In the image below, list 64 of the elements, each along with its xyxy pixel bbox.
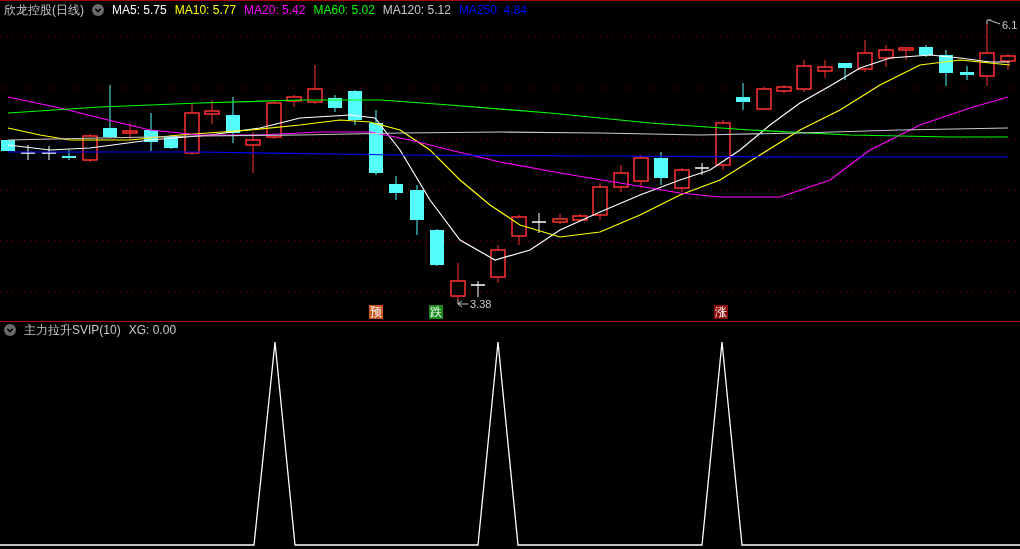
- candlestick: [633, 154, 649, 189]
- candlestick: [613, 164, 629, 193]
- candlestick: [164, 134, 178, 150]
- candlestick: [979, 23, 995, 87]
- candlestick: [245, 131, 261, 174]
- candlestick: [41, 145, 57, 161]
- candlestick: [857, 39, 873, 73]
- signal-marker: 跌: [429, 305, 443, 319]
- candlestick: [898, 46, 914, 61]
- candlestick: [144, 112, 158, 152]
- indicator-title: 主力拉升SVIP(10): [24, 322, 121, 338]
- candlestick: [592, 182, 608, 221]
- price-label: 6.1: [1002, 19, 1018, 31]
- candlestick: [328, 94, 342, 113]
- candlestick: [450, 262, 466, 301]
- candlestick: [878, 44, 894, 68]
- candlestick: [226, 96, 240, 144]
- moving-average-legend: MA5: 5.75: [112, 0, 167, 19]
- indicator-reading: XG: 0.00: [128, 322, 177, 338]
- candlestick: [122, 122, 138, 141]
- candlestick: [838, 62, 852, 81]
- dropdown-icon[interactable]: [4, 324, 16, 336]
- candlestick: [62, 149, 76, 161]
- dropdown-icon[interactable]: [92, 3, 104, 16]
- candlestick: [490, 244, 506, 284]
- candlestick: [674, 167, 690, 193]
- candlestick: [919, 44, 933, 58]
- candlestick: [796, 59, 812, 93]
- candlestick: [1, 139, 15, 152]
- candlestick: [511, 214, 527, 246]
- candlestick: [103, 84, 117, 139]
- candlestick: [20, 144, 36, 161]
- signal-marker: 涨: [714, 305, 728, 319]
- candlestick: [715, 119, 731, 171]
- candlestick: [307, 64, 323, 105]
- candlestick: [654, 151, 668, 186]
- chart-title: 欣龙控股(日线): [4, 1, 84, 19]
- moving-average-legend: MA120: 5.12: [382, 0, 451, 19]
- candlestick: [572, 213, 588, 223]
- candlestick: [756, 86, 772, 111]
- moving-average-legend: MA250: 4.84: [458, 0, 527, 19]
- candlestick: [369, 109, 383, 176]
- candlestick: [552, 213, 568, 225]
- moving-average-legend: MA10: 5.77: [174, 0, 237, 19]
- candlestick: [204, 99, 220, 125]
- candlestick: [389, 175, 403, 201]
- moving-average-legend: MA20: 5.42: [244, 0, 306, 19]
- pointer-icon: [457, 299, 469, 308]
- candlestick: [960, 65, 974, 81]
- moving-average-legend: MA60: 5.02: [313, 0, 375, 19]
- candlestick: [939, 49, 953, 87]
- price-label: 3.38: [470, 298, 492, 310]
- signal-marker: 预: [369, 305, 383, 319]
- candlestick: [410, 184, 424, 236]
- candlestick: [776, 84, 792, 94]
- candlestick: [286, 94, 302, 108]
- candlestick: [1000, 53, 1016, 71]
- candlestick: [470, 280, 486, 298]
- candlestick: [531, 212, 547, 234]
- candlestick: [694, 162, 710, 176]
- candlestick: [430, 228, 444, 267]
- pointer-icon: [986, 19, 1001, 25]
- candlestick: [736, 82, 750, 111]
- candlestick: [817, 59, 833, 79]
